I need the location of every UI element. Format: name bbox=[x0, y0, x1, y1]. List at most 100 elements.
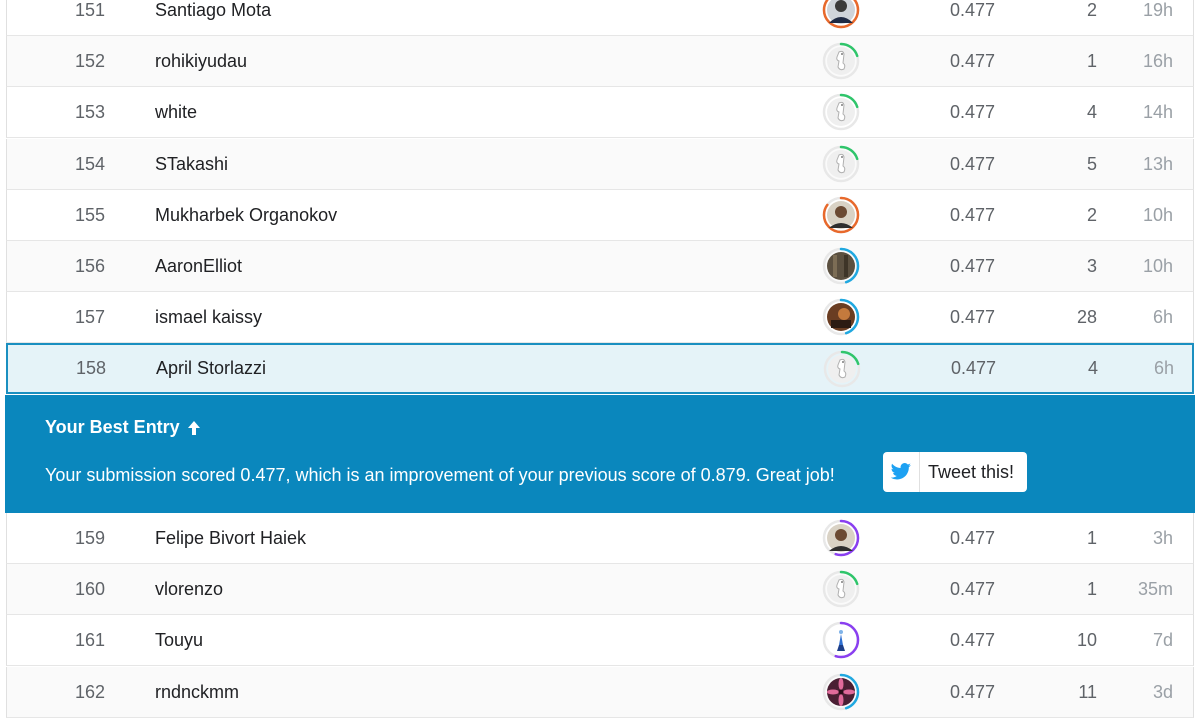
rank-cell: 155 bbox=[74, 204, 105, 225]
team-avatar-cell bbox=[819, 190, 863, 240]
team-avatar-cell bbox=[819, 87, 863, 137]
last-submission-cell: 10h bbox=[1142, 255, 1173, 276]
last-submission-cell: 14h bbox=[1142, 101, 1173, 122]
score-cell: 0.477 bbox=[949, 578, 995, 599]
last-submission-cell: 3d bbox=[1152, 681, 1173, 702]
score-cell: 0.477 bbox=[949, 255, 995, 276]
avatar[interactable] bbox=[822, 247, 860, 285]
team-name-link[interactable]: white bbox=[155, 87, 197, 137]
team-name-link[interactable]: AaronElliot bbox=[155, 241, 242, 291]
avatar[interactable] bbox=[822, 42, 860, 80]
my-entry-row[interactable]: 158 April Storlazzi 0.477 4 6h bbox=[6, 343, 1194, 394]
rank-cell: 158 bbox=[75, 358, 106, 378]
tweet-button[interactable]: Tweet this! bbox=[883, 452, 1027, 492]
avatar[interactable] bbox=[822, 298, 860, 336]
team-avatar-cell bbox=[819, 292, 863, 342]
best-entry-title-text: Your Best Entry bbox=[45, 417, 180, 437]
entries-cell: 1 bbox=[1086, 527, 1097, 548]
score-cell: 0.477 bbox=[949, 50, 995, 71]
score-cell: 0.477 bbox=[949, 629, 995, 650]
team-name-link[interactable]: rohikiyudau bbox=[155, 36, 247, 86]
rank-cell: 161 bbox=[74, 629, 105, 650]
score-cell: 0.477 bbox=[949, 306, 995, 327]
leaderboard-row[interactable]: 159 Felipe Bivort Haiek 0.477 1 3h bbox=[6, 513, 1194, 564]
team-avatar-cell bbox=[819, 36, 863, 86]
last-submission-cell: 19h bbox=[1142, 0, 1173, 20]
team-avatar-cell bbox=[819, 139, 863, 189]
avatar[interactable] bbox=[822, 93, 860, 131]
leaderboard-row[interactable]: 161 Touyu 0.477 10 7d bbox=[6, 615, 1194, 666]
last-submission-cell: 13h bbox=[1142, 153, 1173, 174]
entries-cell: 1 bbox=[1086, 50, 1097, 71]
last-submission-cell: 10h bbox=[1142, 204, 1173, 225]
rank-cell: 152 bbox=[74, 50, 105, 71]
tweet-divider bbox=[919, 452, 920, 492]
entries-cell: 5 bbox=[1086, 153, 1097, 174]
avatar[interactable] bbox=[822, 0, 860, 29]
rank-cell: 157 bbox=[74, 306, 105, 327]
last-submission-cell: 6h bbox=[1153, 358, 1174, 378]
rank-cell: 154 bbox=[74, 153, 105, 174]
team-avatar-cell bbox=[820, 345, 864, 392]
twitter-icon bbox=[883, 452, 919, 492]
entries-cell: 11 bbox=[1078, 681, 1097, 702]
rank-cell: 156 bbox=[74, 255, 105, 276]
leaderboard-row[interactable]: 151 Santiago Mota 0.477 2 19h bbox=[6, 0, 1194, 36]
team-name-link[interactable]: Touyu bbox=[155, 615, 203, 665]
score-cell: 0.477 bbox=[949, 527, 995, 548]
team-name-link[interactable]: STakashi bbox=[155, 139, 228, 189]
leaderboard-row[interactable]: 160 vlorenzo 0.477 1 35m bbox=[6, 564, 1194, 615]
avatar[interactable] bbox=[822, 621, 860, 659]
leaderboard-row[interactable]: 155 Mukharbek Organokov 0.477 2 10h bbox=[6, 190, 1194, 241]
rank-cell: 160 bbox=[74, 578, 105, 599]
entries-cell: 10 bbox=[1076, 629, 1097, 650]
team-avatar-cell bbox=[819, 0, 863, 35]
entries-cell: 2 bbox=[1086, 0, 1097, 20]
leaderboard-row[interactable]: 153 white 0.477 4 14h bbox=[6, 87, 1194, 138]
avatar[interactable] bbox=[822, 196, 860, 234]
leaderboard-row[interactable]: 162 rndnckmm 0.477 11 3d bbox=[6, 667, 1194, 718]
entries-cell: 3 bbox=[1086, 255, 1097, 276]
score-cell: 0.477 bbox=[949, 681, 995, 702]
score-cell: 0.477 bbox=[949, 204, 995, 225]
avatar[interactable] bbox=[822, 519, 860, 557]
last-submission-cell: 3h bbox=[1152, 527, 1173, 548]
leaderboard: 151 Santiago Mota 0.477 2 19h 152 rohikiyudau 0… bbox=[0, 0, 1200, 718]
team-name-link[interactable]: Mukharbek Organokov bbox=[155, 190, 337, 240]
leaderboard-row[interactable]: 157 ismael kaissy 0.477 28 6h bbox=[6, 292, 1194, 343]
entries-cell: 2 bbox=[1086, 204, 1097, 225]
rank-cell: 153 bbox=[74, 101, 105, 122]
leaderboard-row[interactable]: 156 AaronElliot 0.477 3 10h bbox=[6, 241, 1194, 292]
team-name-link[interactable]: Santiago Mota bbox=[155, 0, 271, 35]
avatar[interactable] bbox=[822, 145, 860, 183]
score-cell: 0.477 bbox=[950, 358, 996, 378]
leaderboard-row[interactable]: 152 rohikiyudau 0.477 1 16h bbox=[6, 36, 1194, 87]
score-cell: 0.477 bbox=[949, 101, 995, 122]
rank-cell: 162 bbox=[74, 681, 105, 702]
score-cell: 0.477 bbox=[949, 0, 995, 20]
entries-cell: 1 bbox=[1086, 578, 1097, 599]
best-entry-title: Your Best Entry bbox=[45, 417, 202, 438]
team-name-link[interactable]: April Storlazzi bbox=[156, 345, 266, 392]
entries-cell: 4 bbox=[1086, 101, 1097, 122]
best-entry-message: Your submission scored 0.477, which is a… bbox=[45, 465, 835, 485]
arrow-up-icon bbox=[187, 420, 200, 435]
team-name-link[interactable]: vlorenzo bbox=[155, 564, 223, 614]
team-name-link[interactable]: Felipe Bivort Haiek bbox=[155, 513, 306, 563]
entries-cell: 28 bbox=[1076, 306, 1097, 327]
last-submission-cell: 7d bbox=[1152, 629, 1173, 650]
team-avatar-cell bbox=[819, 513, 863, 563]
team-avatar-cell bbox=[819, 667, 863, 717]
last-submission-cell: 6h bbox=[1152, 306, 1173, 327]
team-avatar-cell bbox=[819, 615, 863, 665]
team-avatar-cell bbox=[819, 564, 863, 614]
team-name-link[interactable]: rndnckmm bbox=[155, 667, 239, 717]
leaderboard-row[interactable]: 154 STakashi 0.477 5 13h bbox=[6, 139, 1194, 190]
team-name-link[interactable]: ismael kaissy bbox=[155, 292, 262, 342]
avatar[interactable] bbox=[822, 673, 860, 711]
entries-cell: 4 bbox=[1087, 358, 1098, 378]
rank-cell: 151 bbox=[74, 0, 105, 20]
avatar[interactable] bbox=[823, 350, 861, 388]
avatar[interactable] bbox=[822, 570, 860, 608]
last-submission-cell: 16h bbox=[1142, 50, 1173, 71]
